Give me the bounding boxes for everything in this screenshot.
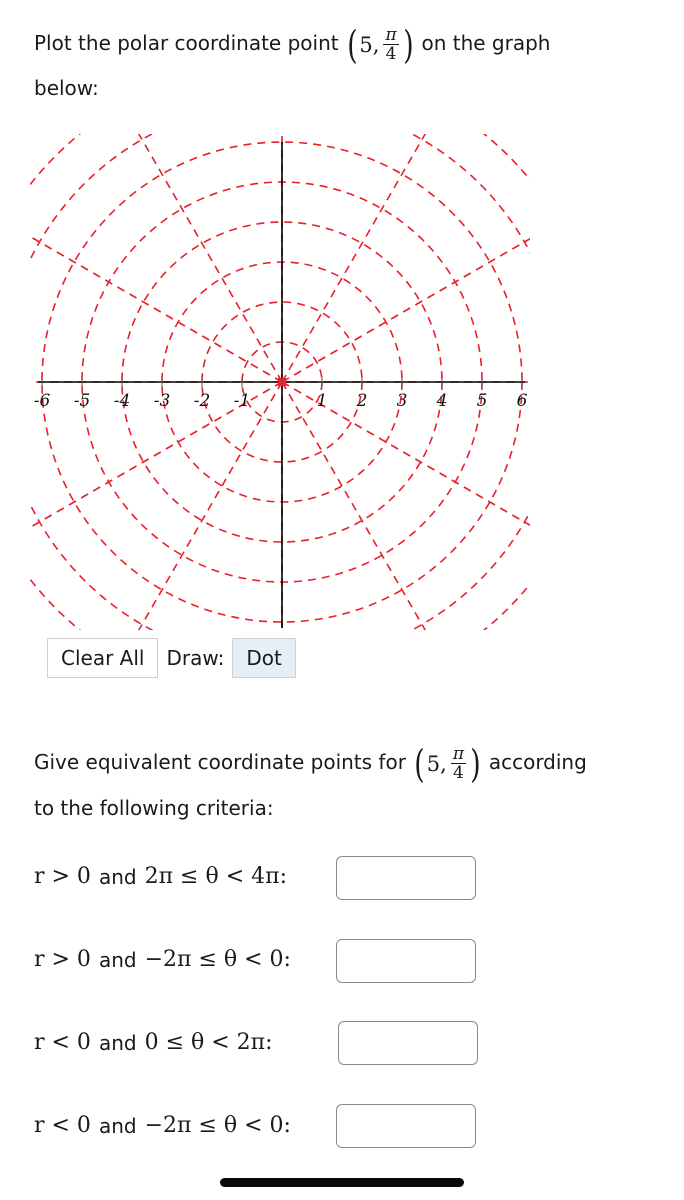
x-tick-label: -5 [74, 391, 91, 411]
answer-input-4[interactable] [336, 1104, 476, 1148]
question2-prompt: Give equivalent coordinate points for (5,… [34, 740, 587, 786]
prompt-text: Plot the polar coordinate point [34, 31, 339, 55]
x-tick-label: 3 [397, 391, 408, 411]
theta-denominator: 4 [385, 44, 397, 64]
answer-input-1[interactable] [336, 856, 476, 900]
clear-all-button[interactable]: Clear All [47, 638, 159, 678]
criterion-3: r < 0 and 0 ≤ θ < 2π: [34, 1030, 273, 1055]
polar-point: (5, π 4) [346, 22, 414, 67]
and-label: and [98, 864, 137, 889]
criterion-4: r < 0 and −2π ≤ θ < 0: [34, 1113, 291, 1138]
theta-numerator: π [450, 744, 466, 764]
x-tick-label: 6 [517, 391, 528, 411]
x-tick-label: -4 [114, 391, 131, 411]
grid-ray-60deg [281, 134, 427, 383]
point-r: 5, [426, 751, 447, 776]
and-label: and [98, 1030, 137, 1055]
answer-input-3[interactable] [338, 1021, 478, 1065]
answer-input-2[interactable] [336, 939, 476, 983]
theta-numerator: π [383, 25, 399, 45]
criterion-1: r > 0 and 2π ≤ θ < 4π: [34, 864, 287, 889]
r-condition: r > 0 [34, 947, 91, 972]
prompt-suffix: on the graph [421, 31, 551, 55]
theta-condition: −2π ≤ θ < 0: [144, 1113, 291, 1138]
prompt-text: Give equivalent coordinate points for [34, 750, 406, 774]
graph-toolbar: Clear All Draw: Dot [47, 638, 296, 678]
polar-point: (5, π 4) [414, 741, 481, 786]
x-tick-label: 1 [317, 391, 328, 411]
x-tick-label: 4 [436, 391, 448, 411]
prompt-suffix: according [488, 750, 587, 774]
question2-line2: to the following criteria: [34, 796, 274, 820]
grid-ray-120deg [137, 134, 283, 383]
r-condition: r < 0 [34, 1030, 91, 1055]
question-prompt: Plot the polar coordinate point (5, π 4) on … [34, 21, 550, 67]
r-condition: r < 0 [34, 1113, 91, 1138]
theta-denominator: 4 [452, 763, 464, 783]
home-indicator[interactable] [220, 1178, 464, 1187]
grid-ray-30deg [281, 237, 530, 383]
polar-graph[interactable]: -6 -5 -4 -3 -2 -1 1 2 3 4 5 6 [30, 134, 530, 630]
point-theta: π4 [450, 744, 466, 783]
x-tick-label: -3 [154, 391, 171, 411]
axes [38, 142, 525, 628]
grid-ray-240deg [137, 381, 283, 630]
x-tick-label: 2 [356, 391, 368, 411]
point-r: 5, [359, 32, 380, 57]
tick-labels: -6 -5 -4 -3 -2 -1 1 2 3 4 5 6 [34, 391, 528, 411]
x-tick-label: -2 [194, 391, 211, 411]
prompt-line2: below: [34, 76, 99, 100]
draw-dot-button[interactable]: Dot [232, 638, 296, 678]
and-label: and [98, 1113, 137, 1138]
x-tick-label: -6 [34, 391, 51, 411]
point-theta: π4 [383, 25, 399, 64]
x-tick-label: -1 [234, 391, 251, 411]
x-tick-label: 5 [477, 391, 488, 411]
theta-condition: −2π ≤ θ < 0: [144, 947, 291, 972]
grid-ray-300deg [281, 381, 427, 630]
criterion-2: r > 0 and −2π ≤ θ < 0: [34, 947, 291, 972]
grid-ray-330deg [281, 381, 530, 527]
origin-marker[interactable] [278, 378, 286, 386]
theta-condition: 2π ≤ θ < 4π: [144, 864, 287, 889]
r-condition: r > 0 [34, 864, 91, 889]
and-label: and [98, 947, 137, 972]
draw-label: Draw: [166, 646, 225, 670]
theta-condition: 0 ≤ θ < 2π: [144, 1030, 273, 1055]
